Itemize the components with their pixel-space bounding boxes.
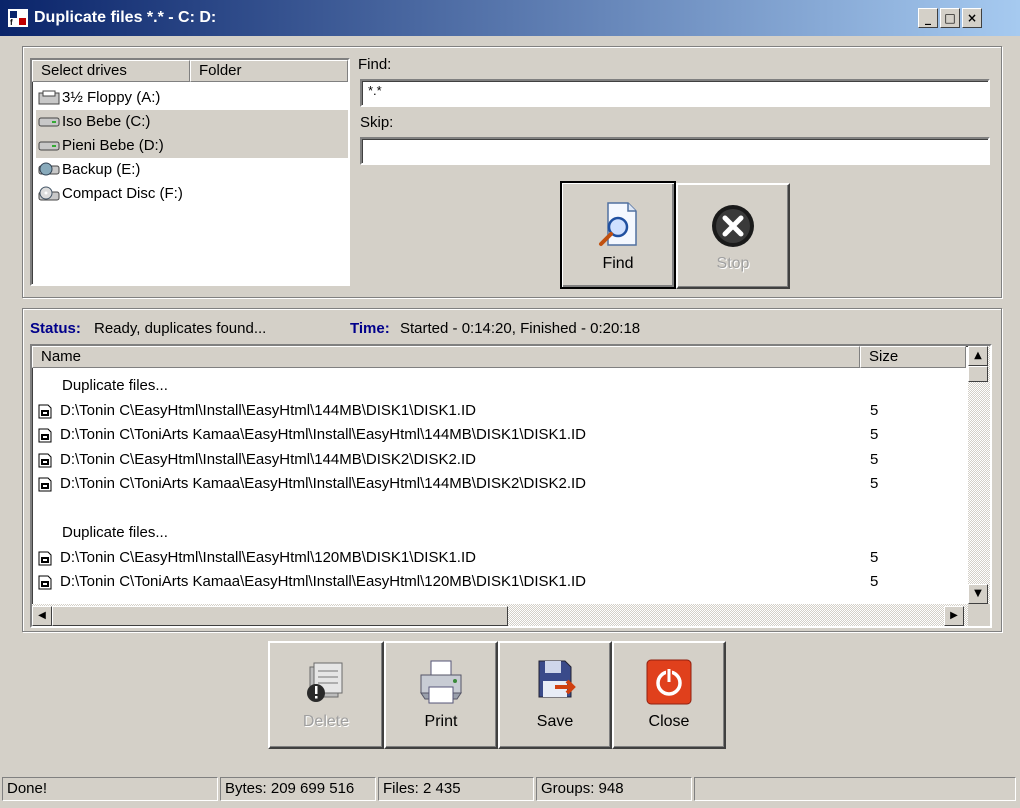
- power-icon: [646, 659, 692, 705]
- scroll-up-button[interactable]: ▲: [968, 346, 988, 366]
- stop-button-label: Stop: [716, 255, 750, 272]
- scroll-down-button[interactable]: ▼: [968, 584, 988, 604]
- statusbar-empty: [694, 777, 1016, 801]
- column-header-folder[interactable]: Folder: [190, 60, 348, 82]
- drive-item[interactable]: Compact Disc (F:): [36, 182, 348, 206]
- scroll-right-button[interactable]: ▶: [944, 606, 964, 626]
- row-name: D:\Tonin C\ToniArts Kamaa\EasyHtml\Insta…: [60, 426, 587, 443]
- file-icon: [38, 575, 52, 590]
- hard-drive-icon: [38, 141, 60, 151]
- printer-icon: [420, 660, 462, 704]
- statusbar-message: Done!: [2, 777, 218, 801]
- row-name: Duplicate files...: [62, 377, 168, 394]
- find-button-label: Find: [602, 255, 634, 272]
- column-header-size[interactable]: Size: [860, 346, 966, 368]
- time-label: Time:: [350, 320, 390, 337]
- statusbar-bytes: Bytes: 209 699 516: [220, 777, 376, 801]
- file-icon: [38, 453, 52, 467]
- row-name: Duplicate files...: [62, 524, 168, 541]
- close-button-label: Close: [648, 713, 690, 730]
- file-icon: [38, 428, 52, 443]
- results-list[interactable]: Name Size Duplicate files... D:\Tonin C\E…: [30, 344, 992, 628]
- minimize-button[interactable]: _: [918, 8, 938, 28]
- drive-label: 3½ Floppy (A:): [62, 89, 161, 106]
- stop-button[interactable]: Stop: [676, 183, 790, 289]
- delete-button[interactable]: Delete: [268, 641, 384, 749]
- arrow-down-icon: ▼: [974, 588, 982, 599]
- row-size: 5: [870, 426, 879, 443]
- statusbar-files: Files: 2 435: [378, 777, 534, 801]
- close-icon: ×: [966, 11, 978, 25]
- svg-text:f: f: [10, 18, 13, 27]
- find-input[interactable]: *.*: [360, 79, 990, 107]
- status-text: Ready, duplicates found...: [94, 320, 267, 337]
- window-title: Duplicate files *.* - C: D:: [34, 9, 217, 26]
- column-header-name[interactable]: Name: [32, 346, 860, 368]
- row-size: 5: [870, 450, 879, 468]
- delete-icon: [307, 662, 343, 702]
- horizontal-scroll-thumb[interactable]: [52, 606, 508, 626]
- arrow-up-icon: ▲: [974, 350, 982, 361]
- row-name: D:\Tonin C\EasyHtml\Install\EasyHtml\144…: [60, 401, 476, 419]
- arrow-left-icon: ◀: [38, 610, 46, 621]
- find-button[interactable]: Find: [560, 181, 676, 289]
- skip-label: Skip:: [360, 114, 394, 131]
- find-icon: [599, 202, 637, 246]
- row-size: 5: [870, 548, 879, 566]
- drive-item[interactable]: Pieni Bebe (D:): [36, 134, 348, 158]
- drive-label: Iso Bebe (C:): [62, 113, 151, 130]
- file-icon: [38, 551, 52, 565]
- drive-list[interactable]: Select drives Folder 3½ Floppy (A:) Iso B…: [30, 58, 350, 286]
- time-text: Started - 0:14:20, Finished - 0:20:18: [400, 320, 641, 337]
- row-name: D:\Tonin C\ToniArts Kamaa\EasyHtml\Insta…: [60, 573, 587, 590]
- app-icon: f: [8, 9, 28, 27]
- scroll-left-button[interactable]: ◀: [32, 606, 52, 626]
- drive-label: Pieni Bebe (D:): [62, 137, 164, 154]
- row-name: D:\Tonin C\EasyHtml\Install\EasyHtml\120…: [60, 548, 476, 566]
- close-window-button[interactable]: ×: [962, 8, 982, 28]
- arrow-right-icon: ▶: [950, 610, 958, 621]
- row-size: 5: [870, 475, 879, 492]
- cd-drive-icon: [38, 186, 60, 201]
- status-label: Status:: [30, 320, 81, 337]
- drive-label: Compact Disc (F:): [62, 185, 183, 202]
- find-label: Find:: [358, 56, 392, 73]
- statusbar-groups: Groups: 948: [536, 777, 692, 801]
- row-name: D:\Tonin C\ToniArts Kamaa\EasyHtml\Insta…: [60, 475, 587, 492]
- row-size: 5: [870, 573, 879, 590]
- network-drive-icon: [38, 162, 60, 176]
- drive-label: Backup (E:): [62, 161, 141, 178]
- file-icon: [38, 404, 52, 418]
- drive-item[interactable]: Iso Bebe (C:): [36, 110, 348, 134]
- file-icon: [38, 477, 52, 492]
- row-name: D:\Tonin C\EasyHtml\Install\EasyHtml\144…: [60, 450, 476, 468]
- print-button-label: Print: [424, 713, 458, 730]
- stop-icon: [712, 205, 754, 247]
- delete-button-label: Delete: [302, 713, 350, 730]
- column-header-select-drives[interactable]: Select drives: [32, 60, 190, 82]
- save-button[interactable]: Save: [498, 641, 612, 749]
- maximize-icon: □: [944, 11, 956, 25]
- skip-input[interactable]: [360, 137, 990, 165]
- drive-item[interactable]: Backup (E:): [36, 158, 348, 182]
- save-button-label: Save: [536, 713, 574, 730]
- minimize-icon: _: [925, 11, 931, 25]
- drive-item[interactable]: 3½ Floppy (A:): [36, 86, 348, 110]
- save-icon: [538, 660, 576, 698]
- vertical-scroll-track[interactable]: [968, 346, 990, 604]
- vertical-scroll-thumb[interactable]: [968, 366, 988, 382]
- print-button[interactable]: Print: [384, 641, 498, 749]
- row-size: 5: [870, 401, 879, 419]
- close-button[interactable]: Close: [612, 641, 726, 749]
- maximize-button[interactable]: □: [940, 8, 960, 28]
- scroll-corner: [968, 604, 990, 626]
- hard-drive-icon: [38, 117, 60, 127]
- title-bar[interactable]: f Duplicate files *.* - C: D: _ □ ×: [0, 0, 1020, 36]
- floppy-drive-icon: [38, 90, 60, 105]
